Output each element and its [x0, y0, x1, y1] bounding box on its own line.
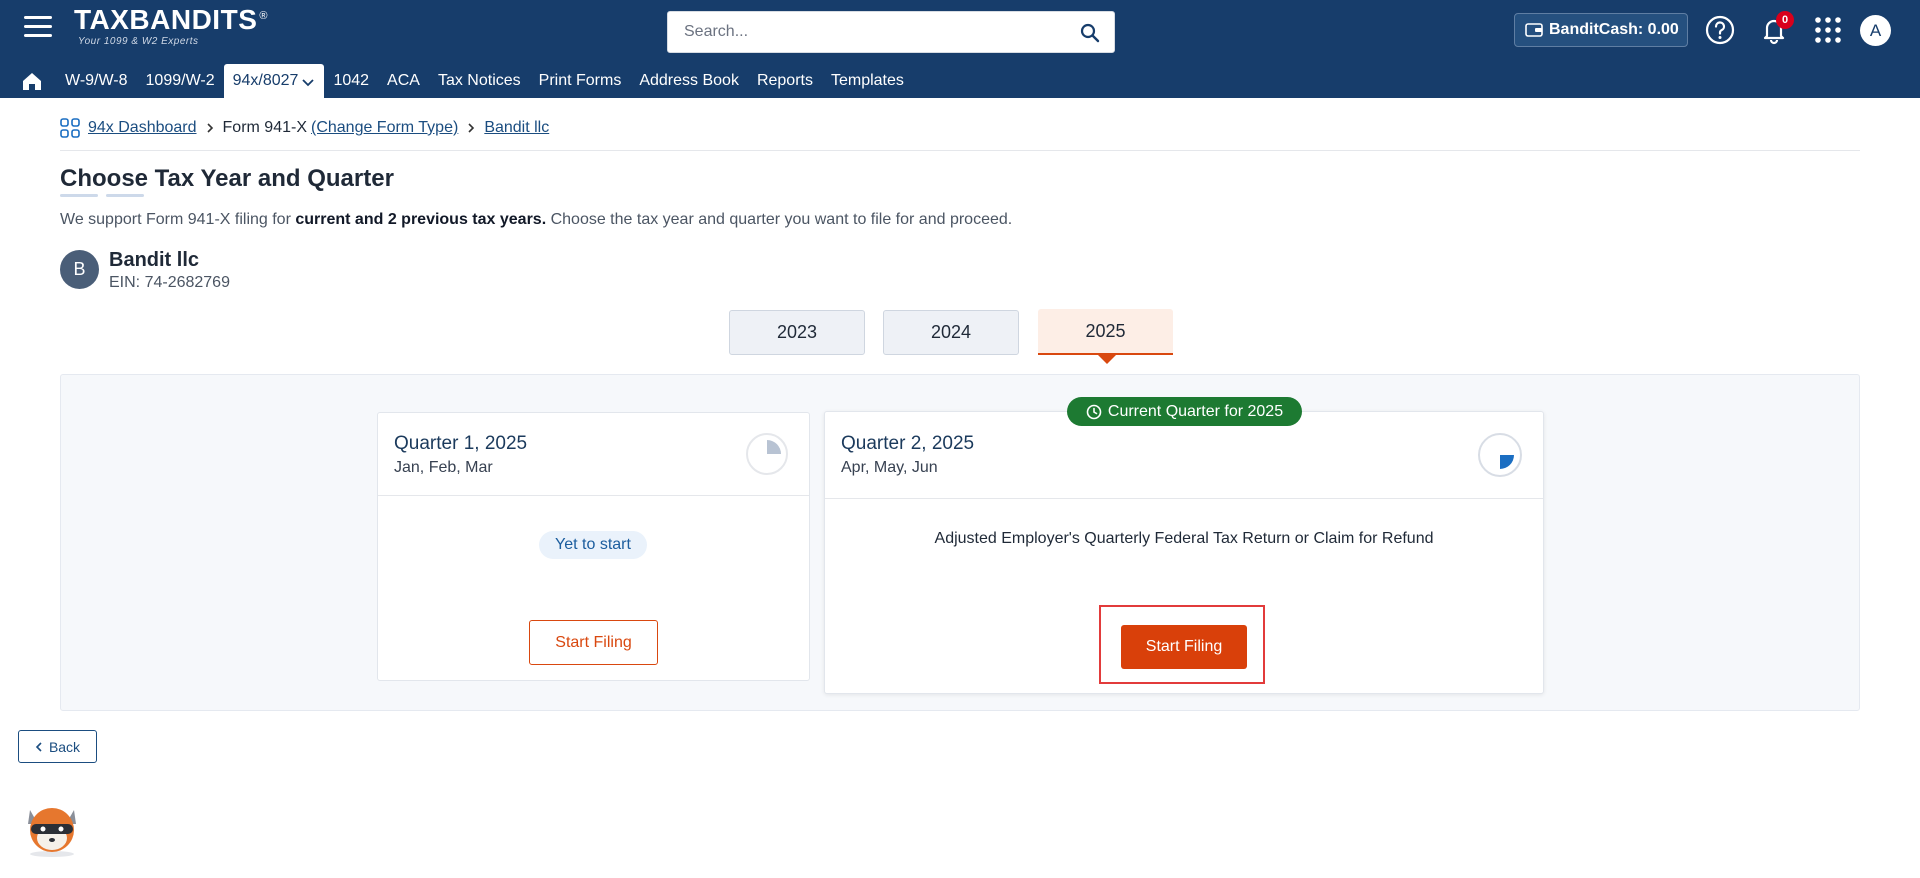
quarter-2-months: Apr, May, Jun: [841, 459, 938, 476]
top-header: TAXBANDITS® Your 1099 & W2 Experts Bandi…: [0, 0, 1920, 98]
chevron-left-icon: [35, 741, 42, 752]
chevron-right-icon: [206, 123, 213, 133]
company-ein: EIN: 74-2682769: [109, 274, 230, 291]
company-name: Bandit llc: [109, 249, 200, 271]
nav-item-reports[interactable]: Reports: [748, 64, 822, 98]
home-icon[interactable]: [0, 64, 56, 98]
bandit-cash-label: BanditCash: 0.00: [1549, 21, 1679, 38]
year-tab-2024[interactable]: 2024: [883, 310, 1019, 355]
logo-registered-mark: ®: [259, 9, 268, 22]
quarter-1-months: Jan, Feb, Mar: [394, 459, 493, 476]
breadcrumb-94x-dashboard-link[interactable]: 94x Dashboard: [88, 119, 197, 137]
quarter-1-header: Quarter 1, 2025 Jan, Feb, Mar: [378, 413, 809, 496]
apps-grid-icon[interactable]: [1812, 14, 1844, 46]
title-underline: [60, 194, 144, 197]
quarter-2-start-filing-button[interactable]: Start Filing: [1121, 625, 1247, 669]
back-button[interactable]: Back: [18, 730, 97, 763]
notification-count-badge: 0: [1776, 11, 1794, 29]
wallet-icon: [1525, 23, 1543, 37]
desc-post: Choose the tax year and quarter you want…: [546, 211, 1013, 228]
chevron-down-icon: [302, 78, 315, 86]
quarter-1-title: Quarter 1, 2025: [394, 433, 528, 454]
quarter-2-title: Quarter 2, 2025: [841, 433, 975, 454]
desc-bold: current and 2 previous tax years.: [295, 211, 547, 228]
year-tab-2023[interactable]: 2023: [729, 310, 865, 355]
chevron-right-icon: [468, 123, 475, 133]
change-form-type-link[interactable]: (Change Form Type): [311, 119, 458, 137]
quarter-1-start-filing-button[interactable]: Start Filing: [529, 620, 658, 665]
search-input[interactable]: [668, 12, 1114, 52]
progress-pie-icon: [746, 433, 788, 475]
dashboard-icon: [60, 118, 80, 138]
desc-pre: We support Form 941-X filing for: [60, 211, 296, 228]
bandit-cash-button[interactable]: BanditCash: 0.00: [1514, 13, 1688, 47]
search-icon[interactable]: [1080, 23, 1100, 43]
selected-year-indicator: [1098, 355, 1116, 364]
breadcrumb-form-name: Form 941-X: [222, 119, 307, 136]
quarter-2-description: Adjusted Employer's Quarterly Federal Ta…: [934, 530, 1434, 547]
taxbandits-logo[interactable]: TAXBANDITS ® Your 1099 & W2 Experts: [74, 4, 268, 48]
year-tab-2025[interactable]: 2025: [1038, 309, 1173, 355]
page-title: Choose Tax Year and Quarter: [60, 165, 394, 192]
nav-item-print-forms[interactable]: Print Forms: [530, 64, 631, 98]
bandit-mascot-chat-icon[interactable]: [20, 798, 84, 858]
help-icon[interactable]: [1704, 14, 1736, 46]
nav-item-94x-8027[interactable]: 94x/8027: [223, 64, 325, 98]
status-badge: Yet to start: [539, 531, 647, 559]
nav-item-w9-w8[interactable]: W-9/W-8: [56, 64, 137, 98]
nav-item-1042[interactable]: 1042: [324, 64, 378, 98]
main-nav: W-9/W-8 1099/W-2 94x/8027 1042 ACA Tax N…: [0, 64, 913, 98]
nav-item-1099-w2[interactable]: 1099/W-2: [137, 64, 224, 98]
logo-text: TAXBANDITS: [74, 4, 258, 35]
breadcrumb: 94x Dashboard Form 941-X (Change Form Ty…: [60, 118, 549, 138]
nav-item-aca[interactable]: ACA: [378, 64, 429, 98]
page-description: We support Form 941-X filing for current…: [60, 211, 1012, 229]
breadcrumb-company-link[interactable]: Bandit llc: [484, 119, 549, 137]
clock-icon: [1086, 404, 1102, 419]
logo-tagline: Your 1099 & W2 Experts: [78, 36, 199, 47]
hamburger-menu-icon[interactable]: [24, 16, 52, 40]
current-quarter-label: Current Quarter for 2025: [1107, 402, 1284, 420]
breadcrumb-divider: [60, 150, 1860, 151]
nav-item-tax-notices[interactable]: Tax Notices: [429, 64, 530, 98]
progress-pie-icon: [1478, 433, 1522, 477]
company-avatar: B: [60, 250, 99, 289]
user-avatar[interactable]: A: [1860, 15, 1891, 46]
current-quarter-badge: Current Quarter for 2025: [1067, 397, 1302, 426]
back-label: Back: [48, 738, 81, 755]
nav-item-templates[interactable]: Templates: [822, 64, 913, 98]
nav-item-94x-label: 94x/8027: [232, 72, 299, 89]
search-box: [667, 11, 1115, 53]
nav-item-address-book[interactable]: Address Book: [630, 64, 748, 98]
